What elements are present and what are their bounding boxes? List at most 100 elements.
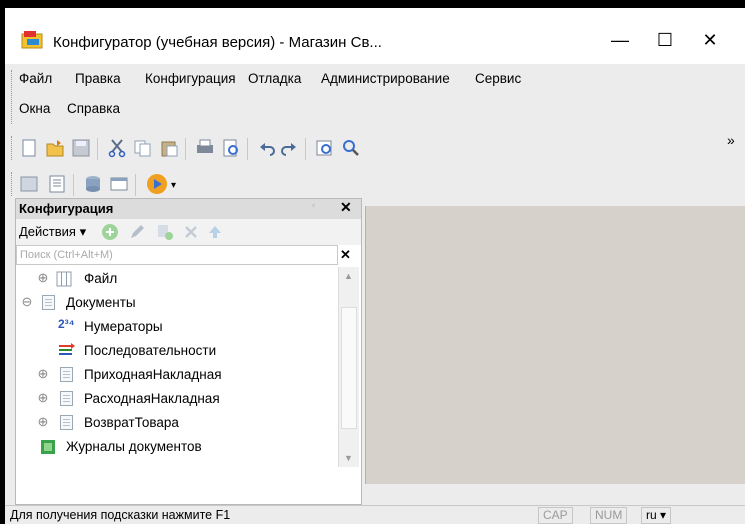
menu-windows[interactable]: Окна: [19, 101, 50, 116]
toolbar-separator: [73, 174, 74, 196]
expand-icon[interactable]: ⊕: [36, 367, 50, 381]
expand-icon[interactable]: ⊕: [36, 415, 50, 429]
open-folder-icon[interactable]: [45, 138, 65, 158]
tree-item-file[interactable]: ⊕ Файл: [16, 267, 338, 291]
tree-item-incoming-invoice[interactable]: ⊕ ПриходнаяНакладная: [16, 363, 338, 387]
expand-icon[interactable]: ⊕: [36, 391, 50, 405]
num-lock-indicator: NUM: [590, 507, 628, 524]
properties-window-icon[interactable]: [109, 174, 129, 194]
expand-icon[interactable]: ⊕: [36, 271, 50, 285]
tree-item-outgoing-invoice[interactable]: ⊕ РасходнаяНакладная: [16, 387, 338, 411]
tree-item-document-journals[interactable]: Журналы документов: [16, 435, 338, 459]
menu-help[interactable]: Справка: [67, 101, 120, 116]
language-selector[interactable]: ru ▾: [641, 507, 672, 524]
journal-icon: [41, 440, 55, 454]
copy-icon[interactable]: [133, 138, 153, 158]
run-dropdown-chevron-down-icon[interactable]: ▾: [171, 180, 176, 191]
sequence-icon: [59, 343, 75, 355]
standard-toolbar: »: [5, 132, 745, 166]
panel-header: Конфигурация ▫ ✕: [16, 199, 361, 219]
menu-bar: Файл Правка Конфигурация Отладка Админис…: [5, 64, 745, 130]
numerator-icon: 2³⁴: [58, 317, 75, 331]
tree-item-label: ПриходнаяНакладная: [84, 367, 222, 382]
minimize-button[interactable]: —: [605, 30, 635, 51]
scroll-up-icon[interactable]: ▲: [344, 271, 353, 281]
document-icon: [60, 367, 73, 382]
delete-icon[interactable]: [182, 223, 200, 241]
toolbar-grip[interactable]: [11, 136, 14, 160]
menu-file[interactable]: Файл: [19, 71, 52, 86]
tree-item-label: РасходнаяНакладная: [84, 391, 220, 406]
tree-item-documents[interactable]: ⊖ Документы: [16, 291, 338, 315]
print-icon[interactable]: [195, 138, 215, 158]
pin-icon[interactable]: ▫: [312, 200, 315, 210]
status-bar: Для получения подсказки нажмите F1 CAP N…: [5, 505, 745, 524]
window-title: Конфигуратор (учебная версия) - Магазин …: [53, 34, 382, 51]
configuration-panel: Конфигурация ▫ ✕ Действия ▾ Поиск (Ctrl+…: [15, 198, 362, 505]
tree-item-label: Документы: [66, 295, 136, 310]
search-icon[interactable]: [341, 138, 361, 158]
toolbar-overflow-icon[interactable]: »: [727, 132, 735, 148]
tree-item-label: Нумераторы: [84, 319, 163, 334]
undo-icon[interactable]: [257, 138, 277, 158]
add-icon[interactable]: [101, 223, 119, 241]
tree-item-numerators[interactable]: 2³⁴ Нумераторы: [16, 315, 338, 339]
open-configuration-icon[interactable]: [19, 174, 39, 194]
tree-item-sequences[interactable]: Последовательности: [16, 339, 338, 363]
toolbar-separator: [97, 138, 98, 160]
status-hint: Для получения подсказки нажмите F1: [10, 508, 231, 522]
run-debug-icon[interactable]: [145, 172, 169, 196]
cut-icon[interactable]: [107, 138, 127, 158]
workspace-area[interactable]: [365, 206, 745, 484]
search-input[interactable]: Поиск (Ctrl+Alt+M): [16, 245, 338, 265]
panel-actions-bar: Действия ▾: [16, 219, 361, 245]
close-window-button[interactable]: ✕: [695, 30, 725, 51]
database-icon[interactable]: [83, 174, 103, 194]
compare-configuration-icon[interactable]: [47, 174, 67, 194]
collapse-icon[interactable]: ⊖: [20, 295, 34, 309]
table-icon: [56, 271, 72, 287]
tree-item-label: Журналы документов: [66, 439, 202, 454]
scroll-down-icon[interactable]: ▼: [344, 453, 353, 463]
tree-item-product-return[interactable]: ⊕ ВозвратТовара: [16, 411, 338, 435]
title-bar[interactable]: Конфигуратор (учебная версия) - Магазин …: [5, 8, 745, 64]
edit-icon[interactable]: [128, 223, 146, 241]
copy-item-icon[interactable]: [156, 223, 174, 241]
toolbar-separator: [185, 138, 186, 160]
menu-grip[interactable]: [11, 70, 14, 124]
toolbar-separator: [305, 138, 306, 160]
caps-lock-indicator: CAP: [538, 507, 573, 524]
menu-debug[interactable]: Отладка: [248, 71, 301, 86]
print-preview-icon[interactable]: [221, 138, 241, 158]
app-logo-icon: [21, 31, 43, 49]
find-in-document-icon[interactable]: [315, 138, 335, 158]
paste-icon[interactable]: [159, 138, 179, 158]
menu-configuration[interactable]: Конфигурация: [145, 71, 236, 86]
panel-close-button[interactable]: ✕: [340, 199, 352, 216]
move-up-icon[interactable]: [206, 223, 224, 241]
tree-item-label: ВозвратТовара: [84, 415, 179, 430]
configuration-toolbar: ▾: [5, 168, 745, 202]
tree-item-label: Файл: [84, 271, 118, 286]
panel-title: Конфигурация: [19, 201, 114, 216]
menu-administration[interactable]: Администрирование: [321, 71, 450, 86]
toolbar-grip[interactable]: [11, 172, 14, 196]
search-clear-button[interactable]: ✕: [340, 247, 351, 263]
document-icon: [60, 391, 73, 406]
tree-item-label: Последовательности: [84, 343, 217, 358]
scrollbar-thumb[interactable]: [341, 307, 357, 429]
configuration-tree: ⊕ Файл ⊖ Документы 2³⁴ Нумераторы Послед…: [16, 267, 338, 467]
menu-service[interactable]: Сервис: [475, 71, 521, 86]
toolbar-separator: [247, 138, 248, 160]
app-window: Конфигуратор (учебная версия) - Магазин …: [5, 8, 745, 524]
toolbar-separator: [135, 174, 136, 196]
menu-edit[interactable]: Правка: [75, 71, 121, 86]
tree-scrollbar[interactable]: ▲ ▼: [338, 267, 359, 467]
new-document-icon[interactable]: [19, 138, 39, 158]
document-icon: [60, 415, 73, 430]
save-icon[interactable]: [71, 138, 91, 158]
maximize-button[interactable]: ☐: [650, 30, 680, 51]
actions-dropdown[interactable]: Действия ▾: [19, 224, 86, 240]
redo-icon[interactable]: [279, 138, 299, 158]
document-icon: [42, 295, 55, 310]
